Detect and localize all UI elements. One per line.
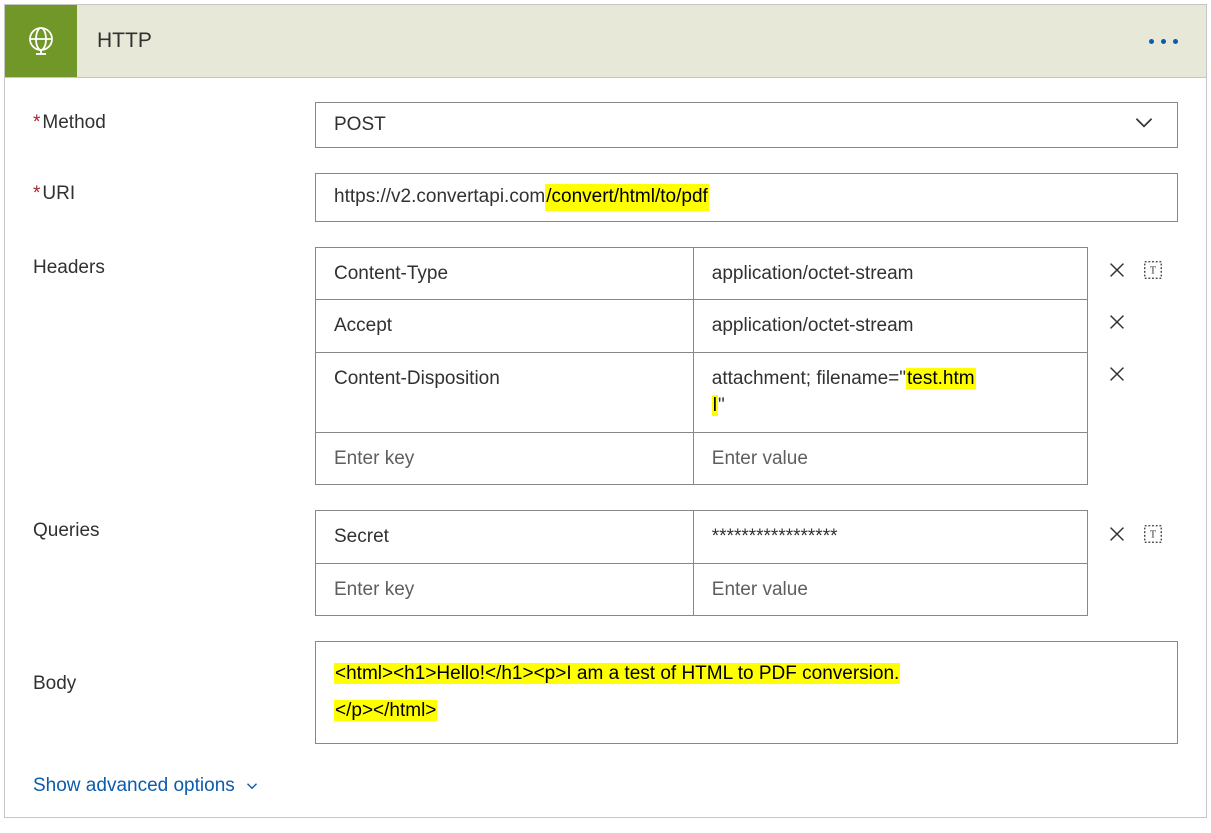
header-row-0[interactable]: Content-Type application/octet-stream bbox=[316, 248, 1087, 301]
svg-text:T: T bbox=[1150, 266, 1156, 277]
chevron-down-icon bbox=[243, 777, 261, 795]
query-value[interactable]: ***************** bbox=[694, 511, 1087, 563]
header-key-placeholder[interactable]: Enter key bbox=[316, 433, 694, 485]
body-line1-highlight: <html><h1>Hello!</h1><p>I am a test of H… bbox=[334, 663, 900, 684]
more-button[interactable] bbox=[1149, 5, 1178, 77]
header-key[interactable]: Content-Type bbox=[316, 248, 694, 300]
queries-actions: T bbox=[1098, 510, 1178, 562]
body-label: Body bbox=[33, 641, 315, 695]
method-label: *Method bbox=[33, 102, 315, 134]
header-key[interactable]: Accept bbox=[316, 300, 694, 352]
header-key[interactable]: Content-Disposition bbox=[316, 353, 694, 432]
header-row-2[interactable]: Content-Disposition attachment; filename… bbox=[316, 353, 1087, 433]
method-row: *Method POST bbox=[33, 102, 1178, 148]
http-icon bbox=[5, 5, 77, 77]
uri-label: *URI bbox=[33, 173, 315, 205]
header-row-1[interactable]: Accept application/octet-stream bbox=[316, 300, 1087, 353]
queries-label: Queries bbox=[33, 510, 315, 542]
headers-table: Content-Type application/octet-stream Ac… bbox=[315, 247, 1088, 486]
header-value[interactable]: application/octet-stream bbox=[694, 300, 1087, 352]
delete-icon[interactable] bbox=[1106, 311, 1128, 338]
text-mode-icon[interactable]: T bbox=[1142, 259, 1164, 286]
method-value: POST bbox=[334, 114, 386, 136]
card-title: HTTP bbox=[77, 29, 152, 53]
card-header: HTTP bbox=[5, 5, 1206, 78]
body-input[interactable]: <html><h1>Hello!</h1><p>I am a test of H… bbox=[315, 641, 1178, 743]
query-row-0[interactable]: Secret ***************** bbox=[316, 511, 1087, 564]
uri-row: *URI https://v2.convertapi.com/convert/h… bbox=[33, 173, 1178, 222]
body-row: Body <html><h1>Hello!</h1><p>I am a test… bbox=[33, 641, 1178, 743]
card-body: *Method POST *URI https://v2.convertapi.… bbox=[5, 78, 1206, 817]
delete-icon[interactable] bbox=[1106, 523, 1128, 550]
header-value[interactable]: application/octet-stream bbox=[694, 248, 1087, 300]
query-value-placeholder[interactable]: Enter value bbox=[694, 564, 1087, 616]
delete-icon[interactable] bbox=[1106, 259, 1128, 286]
uri-text-highlight: /convert/html/to/pdf bbox=[545, 184, 709, 211]
queries-table: Secret ***************** Enter key Enter… bbox=[315, 510, 1088, 616]
svg-text:T: T bbox=[1150, 529, 1156, 540]
headers-row: Headers Content-Type application/octet-s… bbox=[33, 247, 1178, 486]
query-row-new[interactable]: Enter key Enter value bbox=[316, 564, 1087, 617]
queries-row: Queries Secret ***************** Enter k… bbox=[33, 510, 1178, 616]
headers-actions: T bbox=[1098, 247, 1178, 403]
uri-input[interactable]: https://v2.convertapi.com/convert/html/t… bbox=[315, 173, 1178, 222]
chevron-down-icon bbox=[1131, 109, 1157, 141]
headers-label: Headers bbox=[33, 247, 315, 279]
delete-icon[interactable] bbox=[1106, 363, 1128, 390]
header-row-new[interactable]: Enter key Enter value bbox=[316, 433, 1087, 486]
header-value[interactable]: attachment; filename="test.html" bbox=[694, 353, 1087, 432]
query-key[interactable]: Secret bbox=[316, 511, 694, 563]
text-mode-icon[interactable]: T bbox=[1142, 523, 1164, 550]
method-dropdown[interactable]: POST bbox=[315, 102, 1178, 148]
body-line2-highlight: </p></html> bbox=[334, 700, 437, 721]
header-value-placeholder[interactable]: Enter value bbox=[694, 433, 1087, 485]
uri-text-plain: https://v2.convertapi.com bbox=[334, 184, 545, 211]
query-key-placeholder[interactable]: Enter key bbox=[316, 564, 694, 616]
http-action-card: HTTP *Method POST *URI bbox=[4, 4, 1207, 818]
show-advanced-link[interactable]: Show advanced options bbox=[33, 769, 261, 797]
